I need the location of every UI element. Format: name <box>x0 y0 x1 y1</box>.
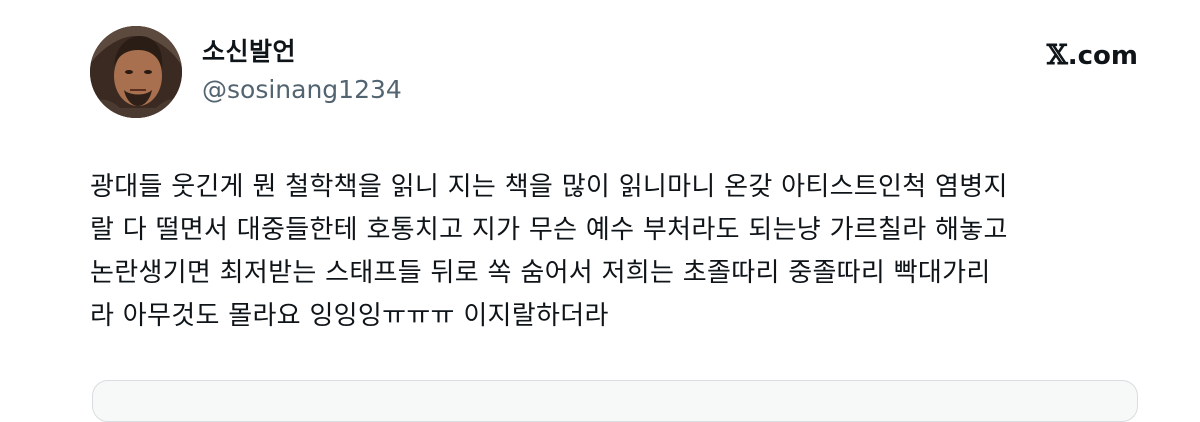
author-names: 소신발언 @sosinang1234 <box>202 36 402 106</box>
brand-domain: .com <box>1067 40 1138 71</box>
tweet-text-line: 논란생기면 최저받는 스태프들 뒤로 쏙 숨어서 저희는 초졸따리 중졸따리 빡… <box>90 258 991 288</box>
x-logo-icon: 𝕏 <box>1046 40 1068 71</box>
avatar-photo <box>90 26 182 118</box>
avatar[interactable] <box>90 26 182 118</box>
author-handle[interactable]: @sosinang1234 <box>202 74 402 106</box>
tweet-text-line: 라 아무것도 몰라요 잉잉잉ㅠㅠㅠ 이지랄하더라 <box>90 301 609 331</box>
author-display-name[interactable]: 소신발언 <box>202 36 402 68</box>
tweet-header: 소신발언 @sosinang1234 𝕏 .com <box>90 24 1140 120</box>
x-brand[interactable]: 𝕏 .com <box>1047 40 1138 71</box>
tweet-text-line: 광대들 웃긴게 뭔 철학책을 읽니 지는 책을 많이 읽니마니 온갖 아티스트인… <box>90 172 1008 202</box>
tweet-card: 소신발언 @sosinang1234 𝕏 .com 광대들 웃긴게 뭔 철학책을 … <box>0 0 1200 422</box>
tweet-text: 광대들 웃긴게 뭔 철학책을 읽니 지는 책을 많이 읽니마니 온갖 아티스트인… <box>90 166 1170 338</box>
tweet-text-line: 랄 다 떨면서 대중들한테 호통치고 지가 무슨 예수 부처라도 되는냥 가르칠… <box>90 215 1008 245</box>
embedded-card-edge[interactable] <box>92 380 1138 422</box>
